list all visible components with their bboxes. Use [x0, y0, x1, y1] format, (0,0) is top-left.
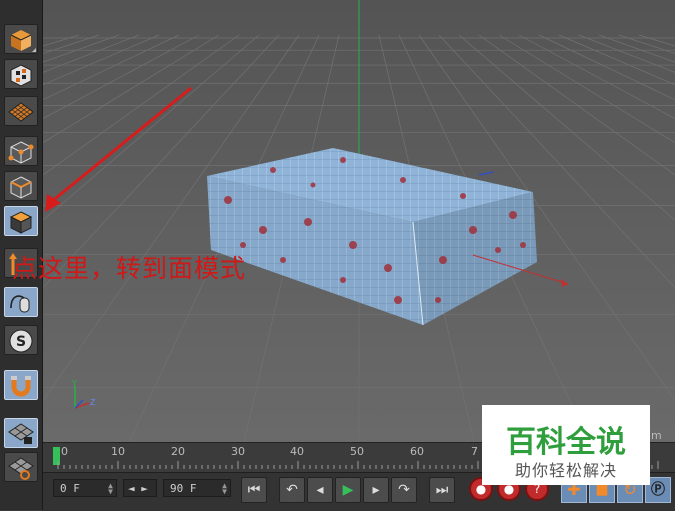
tick-label: 50 [350, 445, 364, 458]
frame-step-field[interactable]: ◄ ► [123, 479, 157, 497]
tick-label: 7 [471, 445, 478, 458]
tweak-mode-button[interactable] [4, 287, 38, 317]
go-start-icon: ⏮ [247, 482, 261, 498]
tick-label: 10 [111, 445, 125, 458]
edges-mode-button[interactable] [4, 171, 38, 201]
lock-grid-icon [8, 423, 34, 444]
checker-cube-icon [10, 64, 32, 87]
polygons-mode-button[interactable] [4, 206, 38, 236]
cube-icon [10, 30, 32, 51]
watermark-subtitle: 助你轻松解决 [514, 461, 617, 480]
mouse-tweak-icon [10, 295, 30, 313]
workplane-icon [8, 457, 34, 480]
step-forward-button[interactable]: ▸ [363, 477, 389, 503]
3d-viewport[interactable]: Y Z [43, 0, 675, 442]
texture-mode-button[interactable] [4, 96, 38, 126]
tick-label: 20 [171, 445, 185, 458]
tick-label: 0 [61, 445, 68, 458]
play-icon: ▶ [342, 482, 354, 498]
cube-tool-button[interactable] [4, 24, 38, 54]
step-forward-icon: ▸ [372, 482, 380, 498]
magnet-icon [11, 376, 31, 397]
watermark-title: 百科全说 [506, 425, 626, 460]
polygons-mode-icon [9, 211, 33, 234]
annotation-text: 点这里，转到面模式 [12, 254, 247, 283]
workplane-button[interactable] [4, 452, 38, 482]
go-end-button[interactable]: ⏭ [429, 477, 455, 503]
timeline-fragment-label: m [651, 429, 662, 442]
tick-label: 30 [231, 445, 245, 458]
start-frame-field[interactable]: 0 F ▲ ▼ [53, 479, 117, 497]
lock-workplane-button[interactable] [4, 418, 38, 448]
watermark-logo: 百科全说 助你轻松解决 [482, 405, 650, 485]
tick-label: 40 [290, 445, 304, 458]
step-back-icon: ◂ [316, 482, 324, 498]
magnet-button[interactable] [4, 370, 38, 400]
go-start-button[interactable]: ⏮ [241, 477, 267, 503]
end-frame-value: 90 F [170, 482, 197, 495]
points-mode-button[interactable] [4, 136, 38, 166]
step-back-button[interactable]: ◂ [307, 477, 333, 503]
go-end-icon: ⏭ [435, 482, 449, 498]
start-frame-value: 0 F [60, 482, 80, 495]
viewport-scene: Y Z [43, 0, 675, 442]
frame-step-arrows: ◄ ► [128, 482, 148, 495]
next-key-button[interactable]: ↷ [391, 477, 417, 503]
end-frame-spinner[interactable]: ▲ ▼ [222, 482, 227, 496]
axis-y-label: Y [71, 379, 77, 388]
edges-mode-icon [10, 176, 32, 199]
end-frame-field[interactable]: 90 F ▲ ▼ [163, 479, 231, 497]
points-mode-icon [8, 141, 34, 164]
model-mode-button[interactable] [4, 59, 38, 89]
next-key-icon: ↷ [398, 482, 410, 498]
prev-key-button[interactable]: ↶ [279, 477, 305, 503]
tick-label: 60 [410, 445, 424, 458]
grid-plane-icon [8, 102, 34, 122]
snap-s-icon: S [9, 329, 33, 353]
prev-key-icon: ↶ [286, 482, 298, 498]
snap-button[interactable]: S [4, 325, 38, 355]
start-frame-spinner[interactable]: ▲ ▼ [108, 482, 113, 496]
svg-text:S: S [16, 334, 26, 350]
axis-z-label: Z [90, 398, 96, 407]
play-button[interactable]: ▶ [335, 477, 361, 503]
